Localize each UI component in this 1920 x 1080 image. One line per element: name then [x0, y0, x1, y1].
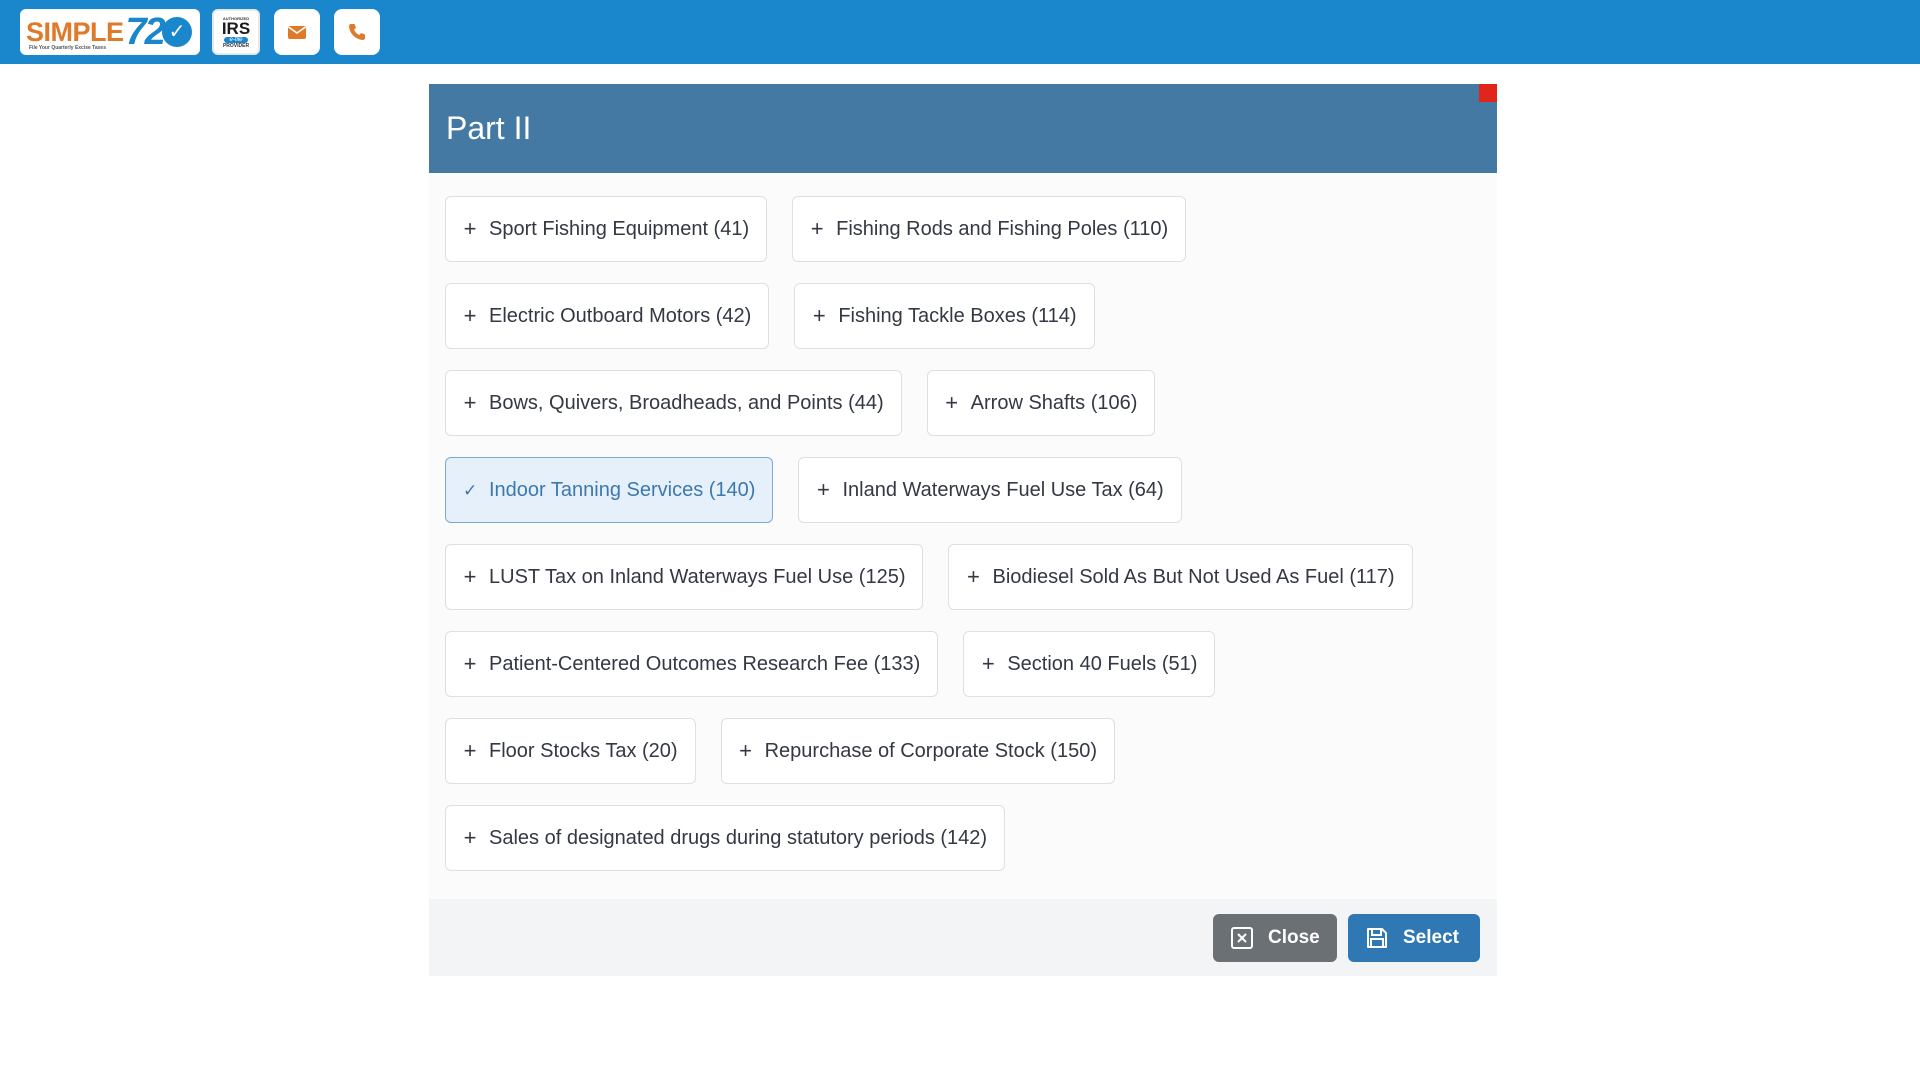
option-row: + Floor Stocks Tax (20) + Repurchase of Cor… — [445, 718, 1481, 784]
plus-icon: + — [810, 216, 824, 241]
option-label: Repurchase of Corporate Stock (150) — [764, 739, 1097, 762]
option-row: + Bows, Quivers, Broadheads, and Points (… — [445, 370, 1481, 436]
save-icon — [1367, 927, 1387, 948]
part-ii-option[interactable]: + Electric Outboard Motors (42) — [445, 283, 770, 349]
plus-icon: + — [463, 216, 477, 241]
part-ii-option[interactable]: + Section 40 Fuels (51) — [963, 631, 1216, 697]
option-row: ✓ Indoor Tanning Services (140) + Inland Wa… — [445, 457, 1481, 523]
phone-button[interactable] — [334, 9, 380, 55]
part-ii-modal: Part II + Sport Fishing Equipment (41) + Fi… — [429, 84, 1497, 988]
plus-icon: + — [463, 390, 477, 415]
irs-badge-bottom: PROVIDER — [222, 42, 250, 49]
option-row: + Sales of designated drugs during statut… — [445, 805, 1481, 871]
option-label: Fishing Tackle Boxes (114) — [838, 304, 1077, 327]
plus-icon: + — [463, 825, 477, 850]
close-button[interactable]: Close — [1213, 913, 1337, 962]
plus-icon: + — [812, 303, 826, 328]
modal-footer: Close Select — [429, 899, 1497, 976]
envelope-icon — [288, 26, 306, 39]
part-ii-option[interactable]: + LUST Tax on Inland Waterways Fuel Use (… — [445, 544, 924, 610]
option-row: + LUST Tax on Inland Waterways Fuel Use (… — [445, 544, 1481, 610]
check-icon: ✓ — [463, 480, 478, 500]
option-label: Arrow Shafts (106) — [970, 391, 1138, 414]
plus-icon: + — [463, 651, 477, 676]
part-ii-option[interactable]: + Patient-Centered Outcomes Research Fee … — [445, 631, 939, 697]
part-ii-option[interactable]: + Bows, Quivers, Broadheads, and Points (… — [445, 370, 902, 436]
option-label: Bows, Quivers, Broadheads, and Points (4… — [489, 391, 884, 414]
part-ii-option[interactable]: + Sport Fishing Equipment (41) — [445, 196, 768, 262]
option-label: Inland Waterways Fuel Use Tax (64) — [842, 478, 1164, 501]
option-row: + Electric Outboard Motors (42) + Fishing T… — [445, 283, 1481, 349]
plus-icon: + — [981, 651, 995, 676]
simple720-logo[interactable]: SIMPLE 720 ✓ File Your Quarterly Excise … — [20, 9, 200, 55]
corner-close-icon[interactable] — [1479, 84, 1497, 102]
options-list: + Sport Fishing Equipment (41) + Fishing Ro… — [429, 173, 1497, 899]
option-row: + Patient-Centered Outcomes Research Fee … — [445, 631, 1481, 697]
part-ii-option[interactable]: + Repurchase of Corporate Stock (150) — [720, 718, 1115, 784]
plus-icon: + — [463, 303, 477, 328]
option-label: Section 40 Fuels (51) — [1007, 652, 1198, 675]
part-ii-option[interactable]: + Inland Waterways Fuel Use Tax (64) — [798, 457, 1182, 523]
plus-icon: + — [463, 738, 477, 763]
select-button-label: Select — [1403, 926, 1459, 948]
modal-title: Part II — [446, 110, 532, 146]
close-button-label: Close — [1268, 926, 1320, 948]
logo-tagline: File Your Quarterly Excise Taxes — [29, 45, 106, 51]
plus-icon: + — [945, 390, 959, 415]
option-row: + Sport Fishing Equipment (41) + Fishing Ro… — [445, 196, 1481, 262]
plus-icon: + — [817, 477, 830, 502]
part-ii-option[interactable]: + Arrow Shafts (106) — [926, 370, 1156, 436]
option-label: Sales of designated drugs during statuto… — [489, 826, 988, 849]
logo-word: SIMPLE — [26, 16, 124, 47]
option-label: Indoor Tanning Services (140) — [489, 478, 756, 501]
option-label: Floor Stocks Tax (20) — [489, 739, 678, 762]
part-ii-option[interactable]: + Fishing Tackle Boxes (114) — [794, 283, 1095, 349]
part-ii-option[interactable]: ✓ Indoor Tanning Services (140) — [445, 457, 774, 523]
option-label: Patient-Centered Outcomes Research Fee (… — [489, 652, 921, 675]
option-label: Sport Fishing Equipment (41) — [489, 217, 750, 240]
close-box-icon — [1231, 926, 1253, 949]
logo-check-icon: ✓ — [162, 17, 192, 47]
email-button[interactable] — [274, 9, 320, 55]
plus-icon: + — [463, 564, 477, 589]
option-label: Fishing Rods and Fishing Poles (110) — [836, 217, 1169, 240]
plus-icon: + — [967, 564, 980, 589]
select-button[interactable]: Select — [1348, 913, 1480, 962]
irs-efile-badge: AUTHORIZED IRS e-file PROVIDER — [212, 9, 260, 55]
part-ii-option[interactable]: + Fishing Rods and Fishing Poles (110) — [792, 196, 1187, 262]
plus-icon: + — [739, 738, 753, 763]
phone-icon — [349, 24, 365, 40]
part-ii-option[interactable]: + Floor Stocks Tax (20) — [445, 718, 696, 784]
part-ii-option[interactable]: + Biodiesel Sold As But Not Used As Fuel … — [948, 544, 1413, 610]
option-label: Electric Outboard Motors (42) — [489, 304, 752, 327]
option-label: Biodiesel Sold As But Not Used As Fuel (… — [992, 565, 1395, 588]
option-label: LUST Tax on Inland Waterways Fuel Use (1… — [489, 565, 906, 588]
top-navbar: SIMPLE 720 ✓ File Your Quarterly Excise … — [0, 0, 1920, 64]
modal-header: Part II — [429, 84, 1497, 173]
part-ii-option[interactable]: + Sales of designated drugs during statut… — [445, 805, 1006, 871]
irs-badge-main: IRS — [221, 18, 251, 38]
